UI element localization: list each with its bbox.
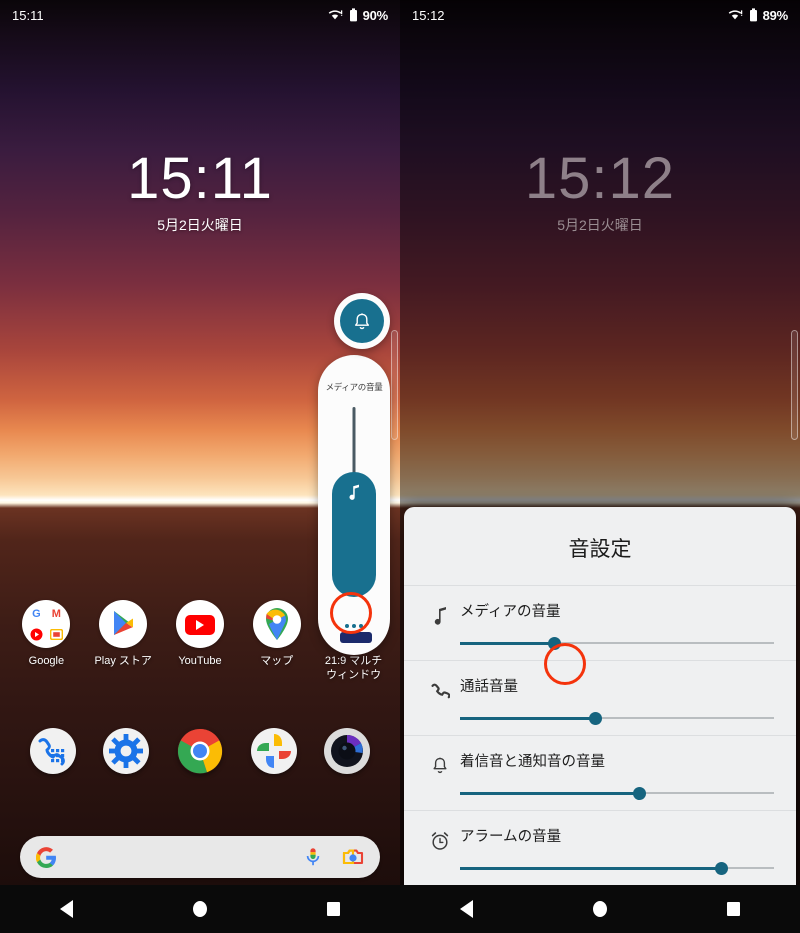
call-volume-slider[interactable] [460,712,774,724]
volume-panel-label: メディアの音量 [326,381,383,393]
app-label: YouTube [164,655,236,669]
home-circle-icon[interactable] [193,901,207,917]
side-sense-handle[interactable] [791,330,798,440]
slider-thumb[interactable] [633,787,646,800]
app-label: 21:9 マルチ ウィンドウ [318,655,390,683]
alarm-volume-slider[interactable] [460,862,774,874]
clock-date: 5月2日火曜日 [0,215,400,235]
app-label: マップ [241,655,313,669]
google-lens-icon[interactable] [342,847,364,867]
clock-time: 15:12 [400,150,800,208]
app-item-youtube[interactable]: YouTube [164,600,236,683]
wifi-icon [327,8,344,22]
multi-window-indicator [340,632,372,643]
alarm-clock-icon [420,825,460,851]
volume-row-label: 着信音と通知音の音量 [460,750,774,771]
google-folder-icon: G M [22,600,70,648]
volume-row-media[interactable]: メディアの音量 [404,585,796,660]
more-dot [352,624,356,628]
volume-row-label: アラームの音量 [460,825,774,846]
volume-row-label: 通話音量 [460,675,774,696]
google-g-glyph: G [27,605,45,623]
google-search-bar[interactable] [20,836,380,878]
volume-row-alarm[interactable]: アラームの音量 [404,810,796,885]
status-bar-time: 15:12 [412,8,445,23]
volume-rows: メディアの音量 通話音量 [404,585,796,885]
gmail-m-glyph: M [47,605,65,623]
dock-phone-icon[interactable] [30,728,76,774]
back-triangle-icon[interactable] [60,900,73,918]
dual-screenshot-container: 15:11 90% 15:11 5月2日火曜日 [0,0,800,933]
slider-fill [460,867,721,870]
battery-icon [749,8,758,22]
clock-time: 15:11 [0,150,400,208]
google-maps-icon [253,600,301,648]
home-circle-icon[interactable] [593,901,607,917]
side-sense-handle[interactable] [391,330,398,440]
ring-volume-slider[interactable] [460,787,774,799]
battery-icon [349,8,358,22]
wifi-icon [727,8,744,22]
slider-fill [460,642,554,645]
assistant-glyph [47,625,65,643]
music-note-icon [420,600,460,625]
volume-slider-fill [332,472,376,597]
dock-row [0,728,400,774]
clock-widget-right[interactable]: 15:12 5月2日火曜日 [400,150,800,235]
google-g-icon [36,847,57,868]
clock-date: 5月2日火曜日 [400,215,800,235]
recents-square-icon[interactable] [727,902,740,916]
dock-camera-icon[interactable] [324,728,370,774]
recents-square-icon[interactable] [327,902,340,916]
music-note-icon [348,484,361,500]
navigation-bar-left [0,885,400,933]
battery-percent: 89% [763,8,788,23]
clock-widget-left[interactable]: 15:11 5月2日火曜日 [0,150,400,235]
more-dot [359,624,363,628]
left-phone-screen: 15:11 90% 15:11 5月2日火曜日 [0,0,400,933]
app-item-google[interactable]: G M Google [10,600,82,683]
phone-icon [420,675,460,701]
microphone-icon[interactable] [304,846,322,868]
volume-row-label: メディアの音量 [460,600,774,621]
app-item-play-store[interactable]: Play ストア [87,600,159,683]
dock-google-photos-icon[interactable] [251,728,297,774]
back-triangle-icon[interactable] [460,900,473,918]
play-store-icon [99,600,147,648]
navigation-bar-right [400,885,800,933]
slider-fill [460,792,639,795]
media-volume-slider[interactable] [460,637,774,649]
slider-fill [460,717,595,720]
slider-thumb[interactable] [548,637,561,650]
app-label: Google [10,655,82,669]
slider-thumb[interactable] [715,862,728,875]
dock-settings-gear-icon[interactable] [103,728,149,774]
volume-row-call[interactable]: 通話音量 [404,660,796,735]
bell-icon [420,750,460,776]
youtube-icon [176,600,224,648]
app-label: Play ストア [87,655,159,669]
youtube-music-glyph [27,625,45,643]
app-item-maps[interactable]: マップ [241,600,313,683]
status-bar-right: 15:12 89% [400,0,800,30]
sound-settings-dialog: 音設定 メディアの音量 [404,507,796,885]
ringer-mode-button[interactable] [334,293,390,349]
battery-percent: 90% [363,8,388,23]
bell-icon [340,299,384,343]
more-dot [345,624,349,628]
status-bar-time: 15:11 [12,8,44,23]
right-phone-screen: 15:12 89% 15:12 5月2日火曜日 音設定 [400,0,800,933]
volume-row-ring[interactable]: 着信音と通知音の音量 [404,735,796,810]
dock-chrome-icon[interactable] [177,728,223,774]
status-bar-left: 15:11 90% [0,0,400,30]
slider-thumb[interactable] [589,712,602,725]
volume-panel[interactable]: メディアの音量 [318,355,390,655]
media-volume-slider[interactable] [332,407,376,597]
dialog-title: 音設定 [404,507,796,585]
